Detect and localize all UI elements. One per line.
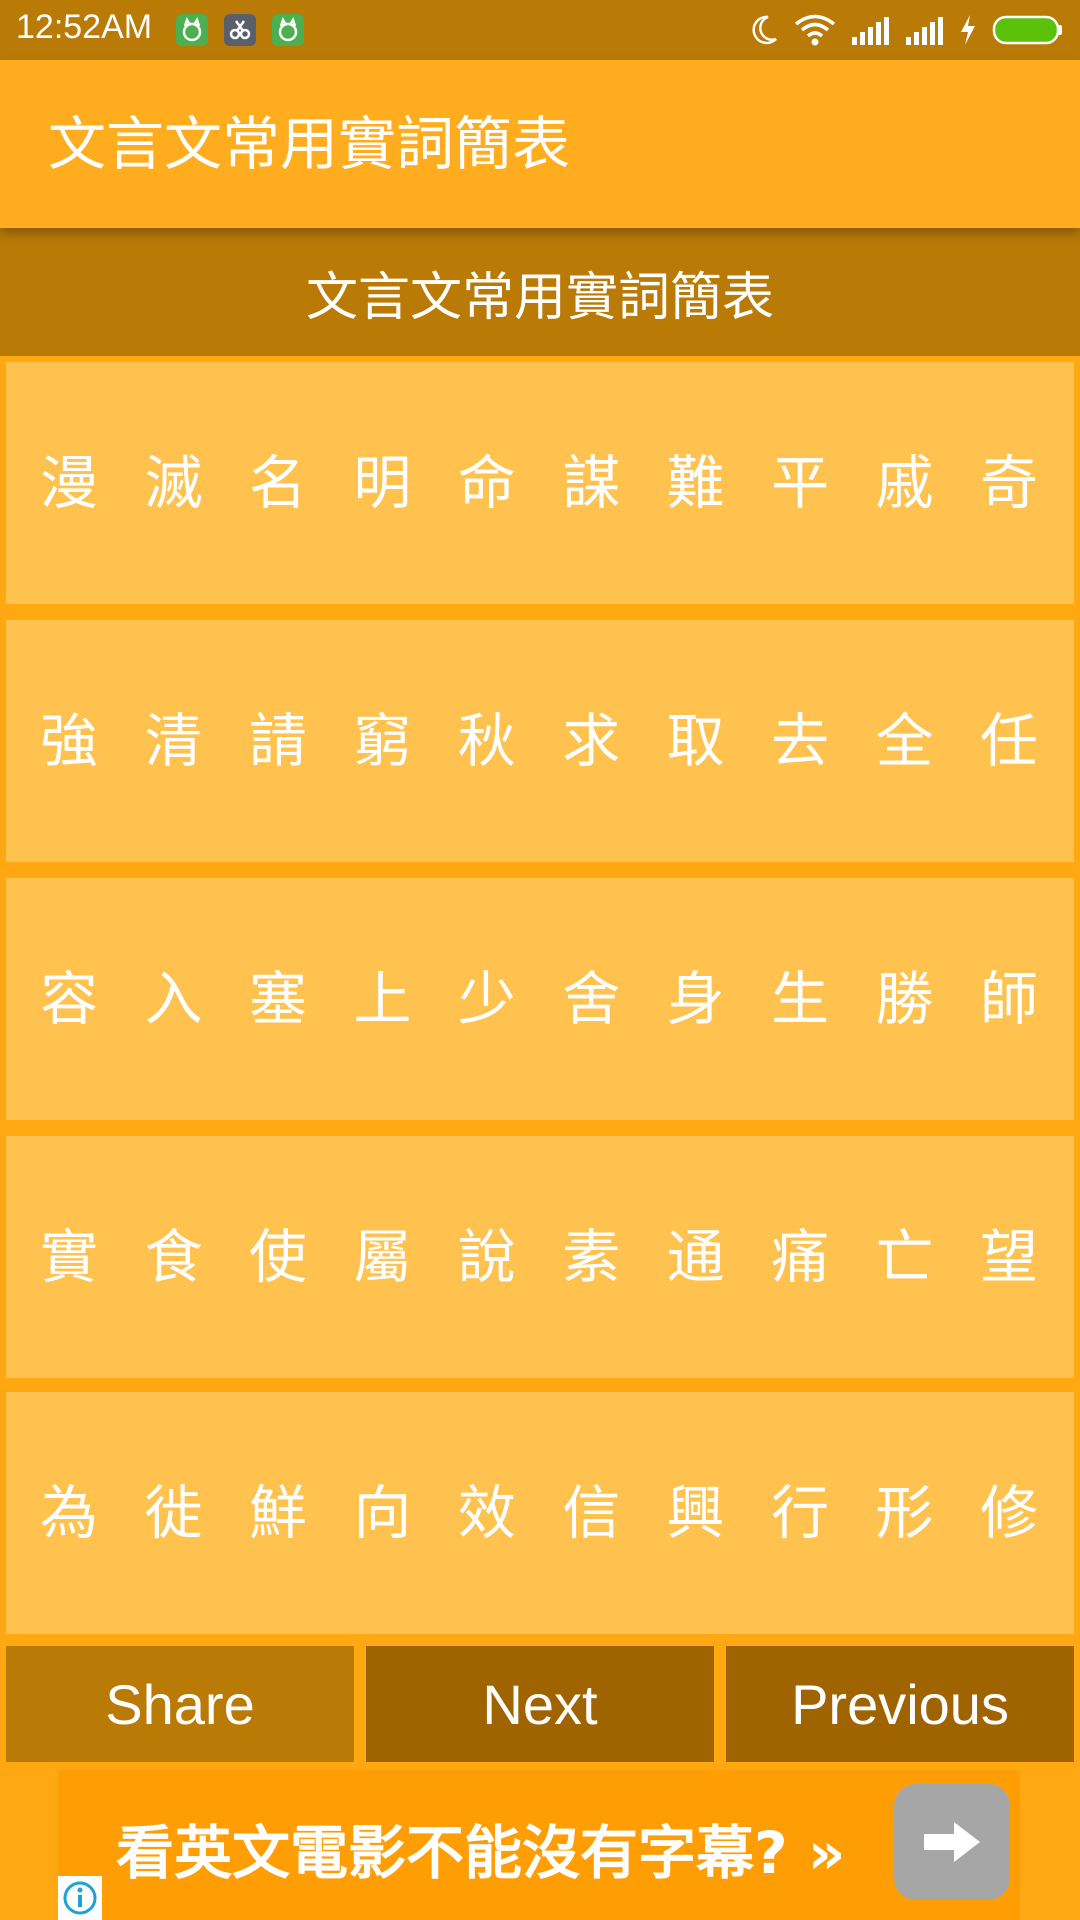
- word-card[interactable]: 實 食 使 屬 說 素 通 痛 亡 望: [6, 1136, 1074, 1378]
- arrow-right-icon[interactable]: [894, 1784, 1010, 1900]
- ad-text: 看英文電影不能沒有字幕? »: [116, 1819, 846, 1887]
- signal-icon: [852, 17, 889, 45]
- word-card-text: 為 徙 鮮 向 效 信 興 行 形 修: [40, 1479, 1040, 1547]
- section-header: 文言文常用實詞簡表: [0, 228, 1080, 356]
- word-card[interactable]: 漫 滅 名 明 命 謀 難 平 戚 奇: [6, 362, 1074, 604]
- signal-icon: [906, 17, 943, 45]
- next-button[interactable]: Next: [366, 1646, 714, 1762]
- word-card-text: 實 食 使 屬 說 素 通 痛 亡 望: [40, 1223, 1040, 1291]
- word-card-text: 強 清 請 窮 秋 求 取 去 全 任: [40, 707, 1040, 775]
- word-card[interactable]: 強 清 請 窮 秋 求 取 去 全 任: [6, 620, 1074, 862]
- status-icons: [748, 10, 1064, 50]
- word-card[interactable]: 為 徙 鮮 向 效 信 興 行 形 修: [6, 1392, 1074, 1634]
- scissors-app-icon: [224, 14, 256, 46]
- word-card[interactable]: 容 入 塞 上 少 舍 身 生 勝 師: [6, 878, 1074, 1120]
- word-card-text: 漫 滅 名 明 命 謀 難 平 戚 奇: [40, 449, 1040, 517]
- android-cat-icon: [272, 14, 304, 46]
- android-cat-icon: [176, 14, 208, 46]
- previous-button[interactable]: Previous: [726, 1646, 1074, 1762]
- battery-icon: [992, 15, 1062, 45]
- ad-banner[interactable]: 看英文電影不能沒有字幕? »: [58, 1770, 1020, 1920]
- status-time: 12:52AM: [16, 8, 153, 46]
- share-button[interactable]: Share: [6, 1646, 354, 1762]
- app-bar: 文言文常用實詞簡表: [0, 60, 1080, 228]
- wifi-icon: [794, 14, 836, 46]
- word-card-text: 容 入 塞 上 少 舍 身 生 勝 師: [40, 965, 1040, 1033]
- charging-icon: [961, 15, 975, 45]
- section-title: 文言文常用實詞簡表: [305, 267, 774, 328]
- info-icon[interactable]: [58, 1876, 102, 1920]
- app-title: 文言文常用實詞簡表: [48, 110, 571, 178]
- status-bar: 12:52AM: [0, 0, 1080, 60]
- moon-icon: [752, 15, 777, 45]
